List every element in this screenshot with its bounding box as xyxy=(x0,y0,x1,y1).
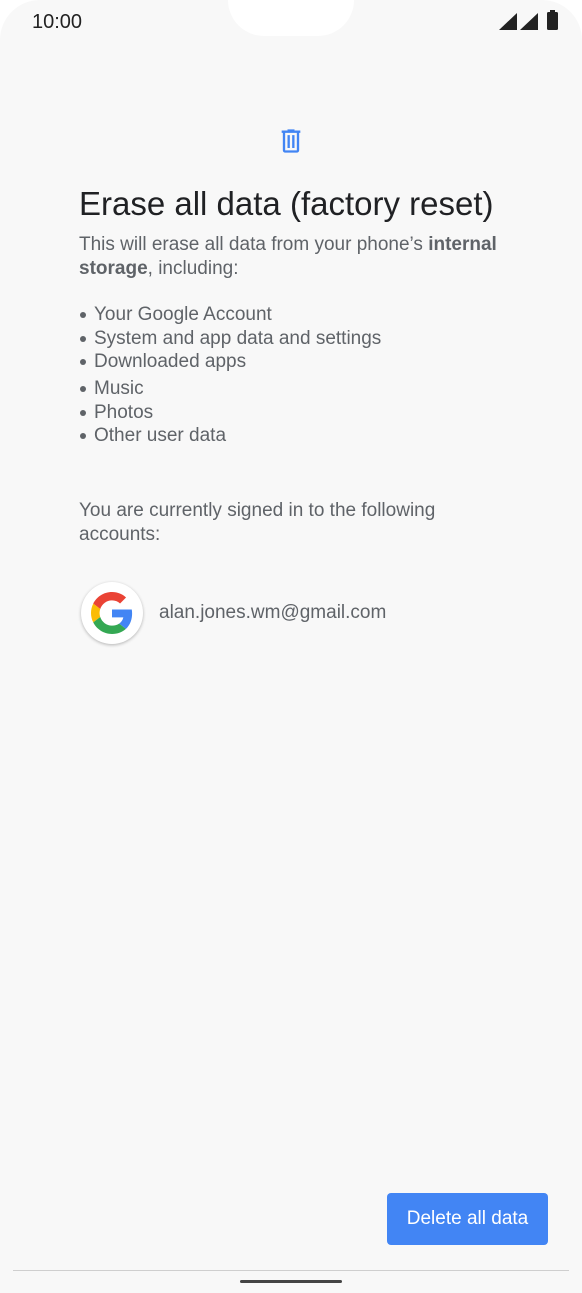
signal-icon xyxy=(499,13,517,30)
status-bar: 10:00 xyxy=(0,0,582,46)
list-item: Your Google Account xyxy=(79,303,381,327)
google-logo-icon xyxy=(91,592,133,634)
erase-description: This will erase all data from your phone… xyxy=(79,233,539,281)
signal-icon xyxy=(520,13,538,30)
erase-items-list: Your Google Account System and app data … xyxy=(79,303,381,448)
list-item: System and app data and settings xyxy=(79,327,381,351)
list-item: Music xyxy=(79,377,381,401)
battery-icon xyxy=(547,10,558,30)
factory-reset-screen: 10:00 Erase all data (factory reset) Thi… xyxy=(0,0,582,1293)
account-item: alan.jones.wm@gmail.com xyxy=(81,582,386,644)
list-item: Photos xyxy=(79,401,381,425)
accounts-intro: You are currently signed in to the follo… xyxy=(79,500,436,545)
status-icons xyxy=(499,10,558,30)
google-icon xyxy=(81,582,143,644)
account-email: alan.jones.wm@gmail.com xyxy=(159,602,387,623)
camera-notch xyxy=(228,0,354,36)
home-indicator[interactable] xyxy=(240,1280,342,1283)
delete-all-data-button[interactable]: Delete all data xyxy=(387,1193,548,1245)
list-item: Other user data xyxy=(79,424,381,448)
divider xyxy=(13,1270,569,1271)
trash-icon xyxy=(281,129,301,153)
list-item: Downloaded apps xyxy=(79,350,381,377)
description-suffix: , including: xyxy=(147,258,239,279)
description-prefix: This will erase all data from your phone… xyxy=(79,234,429,255)
status-time: 10:00 xyxy=(32,11,83,33)
page-title: Erase all data (factory reset) xyxy=(79,185,494,222)
